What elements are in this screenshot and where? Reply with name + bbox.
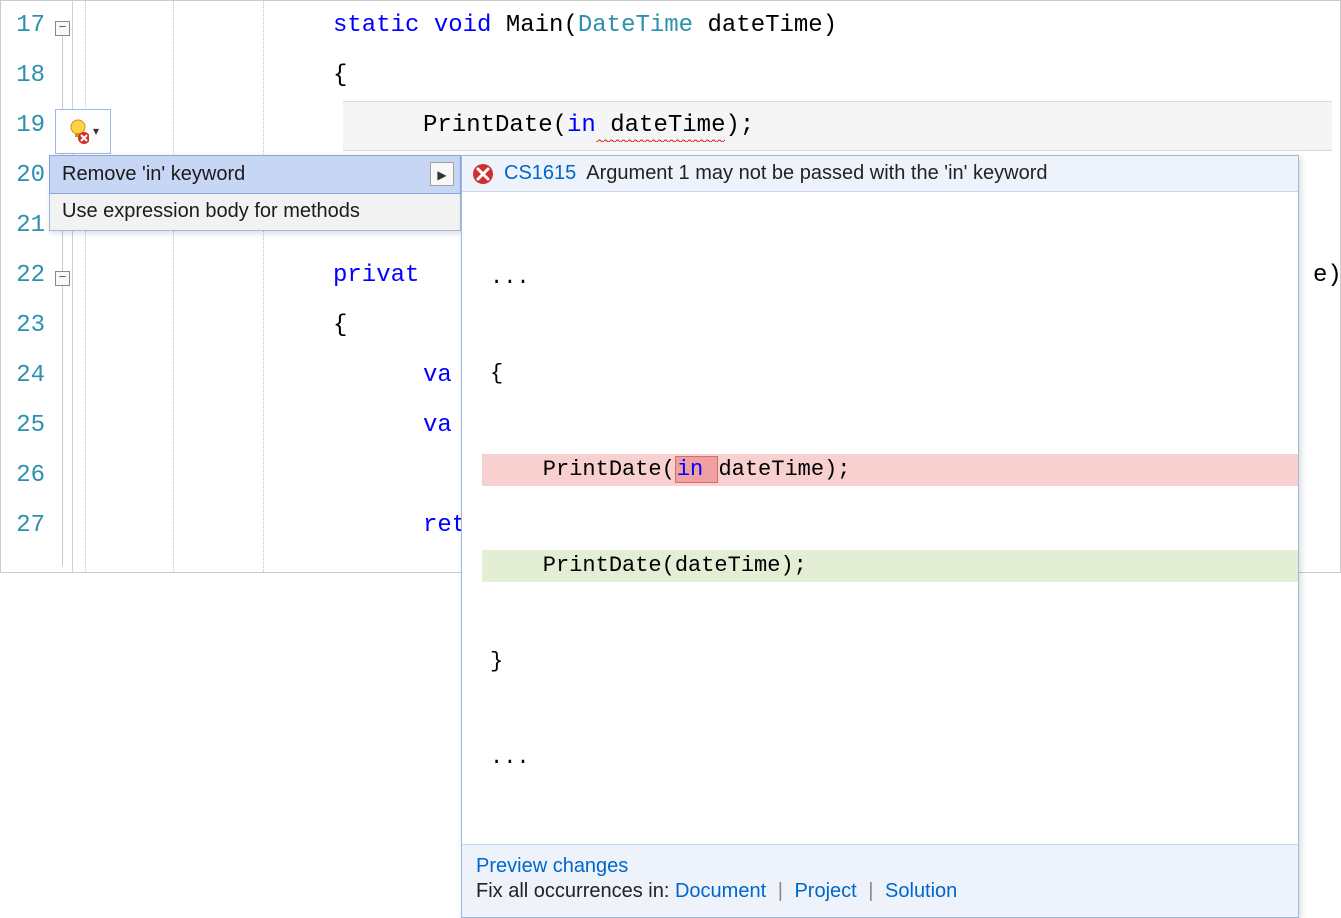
- diff-context: }: [482, 646, 1298, 678]
- dropdown-caret-icon: ▾: [93, 124, 99, 139]
- menu-item-use-expression-body[interactable]: Use expression body for methods: [50, 193, 460, 230]
- line-number: 26: [1, 451, 45, 501]
- code-fix-preview-panel: CS1615 Argument 1 may not be passed with…: [461, 155, 1299, 918]
- line-number: 25: [1, 401, 45, 451]
- line-number: 21: [1, 201, 45, 251]
- fix-scope-project-link[interactable]: Project: [794, 880, 856, 902]
- error-squiggle: dateTime: [596, 112, 726, 144]
- fold-guide: [62, 286, 63, 566]
- submenu-arrow-icon[interactable]: ▶: [430, 162, 454, 186]
- menu-item-label: Remove 'in' keyword: [62, 163, 245, 185]
- code-line: static void Main(DateTime dateTime): [333, 1, 837, 51]
- line-number: 20: [1, 151, 45, 201]
- code-line: e): [1313, 251, 1341, 301]
- menu-item-label: Use expression body for methods: [62, 200, 360, 222]
- line-number: 24: [1, 351, 45, 401]
- quick-actions-lightbulb-button[interactable]: ▾: [55, 109, 111, 154]
- line-number: 27: [1, 501, 45, 551]
- fold-toggle-icon[interactable]: −: [55, 21, 70, 36]
- outline-margin: − −: [53, 1, 73, 572]
- preview-changes-link[interactable]: Preview changes: [476, 855, 628, 877]
- preview-footer: Preview changes Fix all occurrences in: …: [462, 844, 1298, 917]
- diff-ellipsis: ...: [482, 742, 1298, 774]
- line-number: 18: [1, 51, 45, 101]
- code-line: va: [423, 351, 452, 401]
- fix-scope-solution-link[interactable]: Solution: [885, 880, 957, 902]
- menu-item-remove-in-keyword[interactable]: Remove 'in' keyword ▶: [49, 155, 461, 194]
- code-line: {: [333, 301, 347, 351]
- removed-token: in: [675, 456, 719, 483]
- line-number: 22: [1, 251, 45, 301]
- code-line: privat: [333, 251, 419, 301]
- fold-toggle-icon[interactable]: −: [55, 271, 70, 286]
- lightbulb-error-icon: [67, 119, 89, 145]
- line-number: 23: [1, 301, 45, 351]
- error-code: CS1615: [504, 162, 576, 185]
- diff-context: {: [482, 358, 1298, 390]
- fix-scope-document-link[interactable]: Document: [675, 880, 766, 902]
- quick-actions-menu: Remove 'in' keyword ▶ Use expression bod…: [49, 155, 461, 231]
- error-message: Argument 1 may not be passed with the 'i…: [586, 162, 1047, 185]
- line-number: 19: [1, 101, 45, 151]
- indent-guides: [73, 1, 273, 572]
- diff-preview: ... { PrintDate(in dateTime); PrintDate(…: [462, 192, 1298, 844]
- line-number-gutter: 17 18 19 20 21 22 23 24 25 26 27: [1, 1, 53, 572]
- separator: |: [778, 880, 783, 902]
- diff-ellipsis: ...: [482, 262, 1298, 294]
- separator: |: [868, 880, 873, 902]
- line-number: 17: [1, 1, 45, 51]
- error-icon: [472, 163, 494, 185]
- diff-removed-line: PrintDate(in dateTime);: [482, 454, 1298, 486]
- fix-all-label: Fix all occurrences in:: [476, 880, 669, 902]
- error-header: CS1615 Argument 1 may not be passed with…: [462, 156, 1298, 192]
- code-line: {: [333, 51, 347, 101]
- code-line: va: [423, 401, 452, 451]
- code-line: PrintDate(in dateTime);: [423, 101, 754, 151]
- diff-added-line: PrintDate(dateTime);: [482, 550, 1298, 582]
